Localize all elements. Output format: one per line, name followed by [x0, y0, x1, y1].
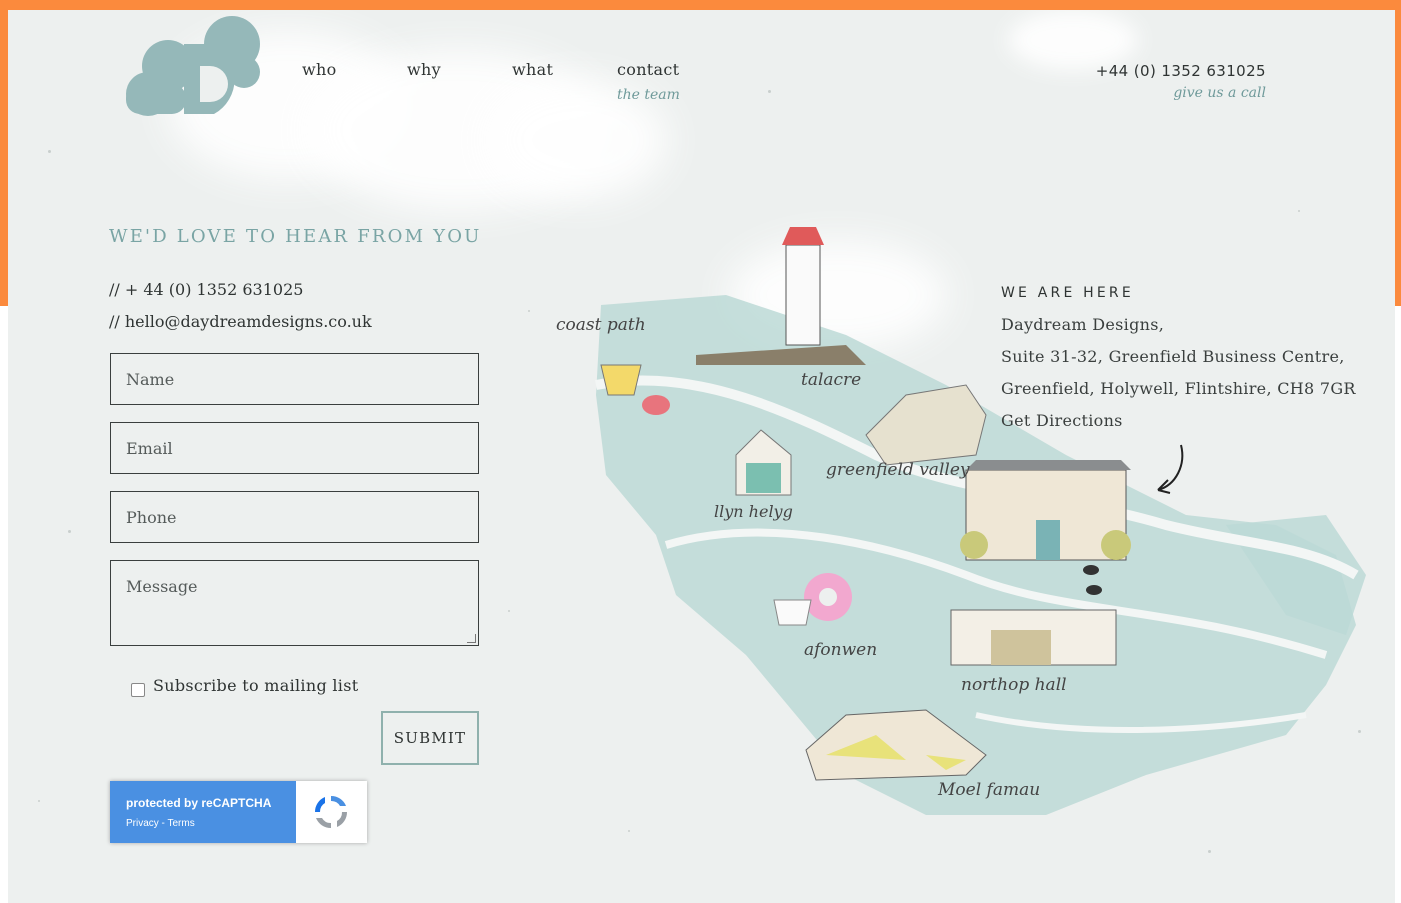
- message-placeholder: Message: [126, 577, 198, 596]
- get-directions-link[interactable]: Get Directions: [1001, 411, 1123, 430]
- nav-what[interactable]: what: [512, 60, 553, 79]
- map-label-coast-path: coast path: [556, 315, 646, 335]
- recaptcha-badge[interactable]: protected by reCAPTCHA Privacy - Terms: [110, 781, 367, 843]
- recaptcha-icon: [314, 795, 348, 829]
- name-input[interactable]: Name: [110, 353, 479, 405]
- phone-input[interactable]: Phone: [110, 491, 479, 543]
- header-phone[interactable]: +44 (0) 1352 631025: [1096, 62, 1266, 80]
- map-label-talacre: talacre: [801, 370, 861, 390]
- map-label-greenfield-valley: greenfield valley: [826, 460, 970, 480]
- recaptcha-title: protected by reCAPTCHA: [126, 796, 272, 810]
- page-container: who why what contact the team +44 (0) 13…: [8, 10, 1395, 903]
- email-placeholder: Email: [126, 439, 173, 458]
- contact-email[interactable]: // hello@daydreamdesigns.co.uk: [109, 312, 372, 331]
- email-input[interactable]: Email: [110, 422, 479, 474]
- subscribe-label[interactable]: Subscribe to mailing list: [153, 676, 358, 695]
- nav-who[interactable]: who: [302, 60, 337, 79]
- message-textarea[interactable]: Message: [110, 560, 479, 646]
- resize-handle-icon[interactable]: [467, 634, 476, 643]
- illustrated-map: coast path talacre greenfield valley lly…: [556, 227, 1366, 815]
- submit-button[interactable]: SUBMIT: [381, 711, 479, 765]
- map-label-llyn-helyg: llyn helyg: [714, 502, 793, 521]
- header-phone-sub: give us a call: [1173, 85, 1266, 101]
- location-line1: Suite 31-32, Greenfield Business Centre,: [1001, 347, 1345, 366]
- nav-contact-sub: the team: [617, 87, 680, 103]
- location-title: WE ARE HERE: [1001, 285, 1134, 301]
- location-line2: Greenfield, Holywell, Flintshire, CH8 7G…: [1001, 379, 1356, 398]
- map-label-afonwen: afonwen: [804, 640, 877, 660]
- contact-phone[interactable]: // + 44 (0) 1352 631025: [109, 280, 303, 299]
- location-company: Daydream Designs,: [1001, 315, 1165, 334]
- cloud-d-logo-icon[interactable]: [122, 14, 262, 118]
- nav-contact[interactable]: contact: [617, 60, 679, 79]
- phone-placeholder: Phone: [126, 508, 177, 527]
- nav-why[interactable]: why: [407, 60, 441, 79]
- recaptcha-panel: protected by reCAPTCHA Privacy - Terms: [110, 781, 296, 843]
- recaptcha-links[interactable]: Privacy - Terms: [126, 818, 195, 829]
- subscribe-checkbox[interactable]: [131, 683, 145, 697]
- name-placeholder: Name: [126, 370, 175, 389]
- contact-heading: WE'D LOVE TO HEAR FROM YOU: [109, 226, 482, 247]
- submit-label: SUBMIT: [393, 729, 467, 747]
- map-label-northop-hall: northop hall: [961, 675, 1067, 695]
- map-label-moel-famau: Moel famau: [937, 780, 1040, 800]
